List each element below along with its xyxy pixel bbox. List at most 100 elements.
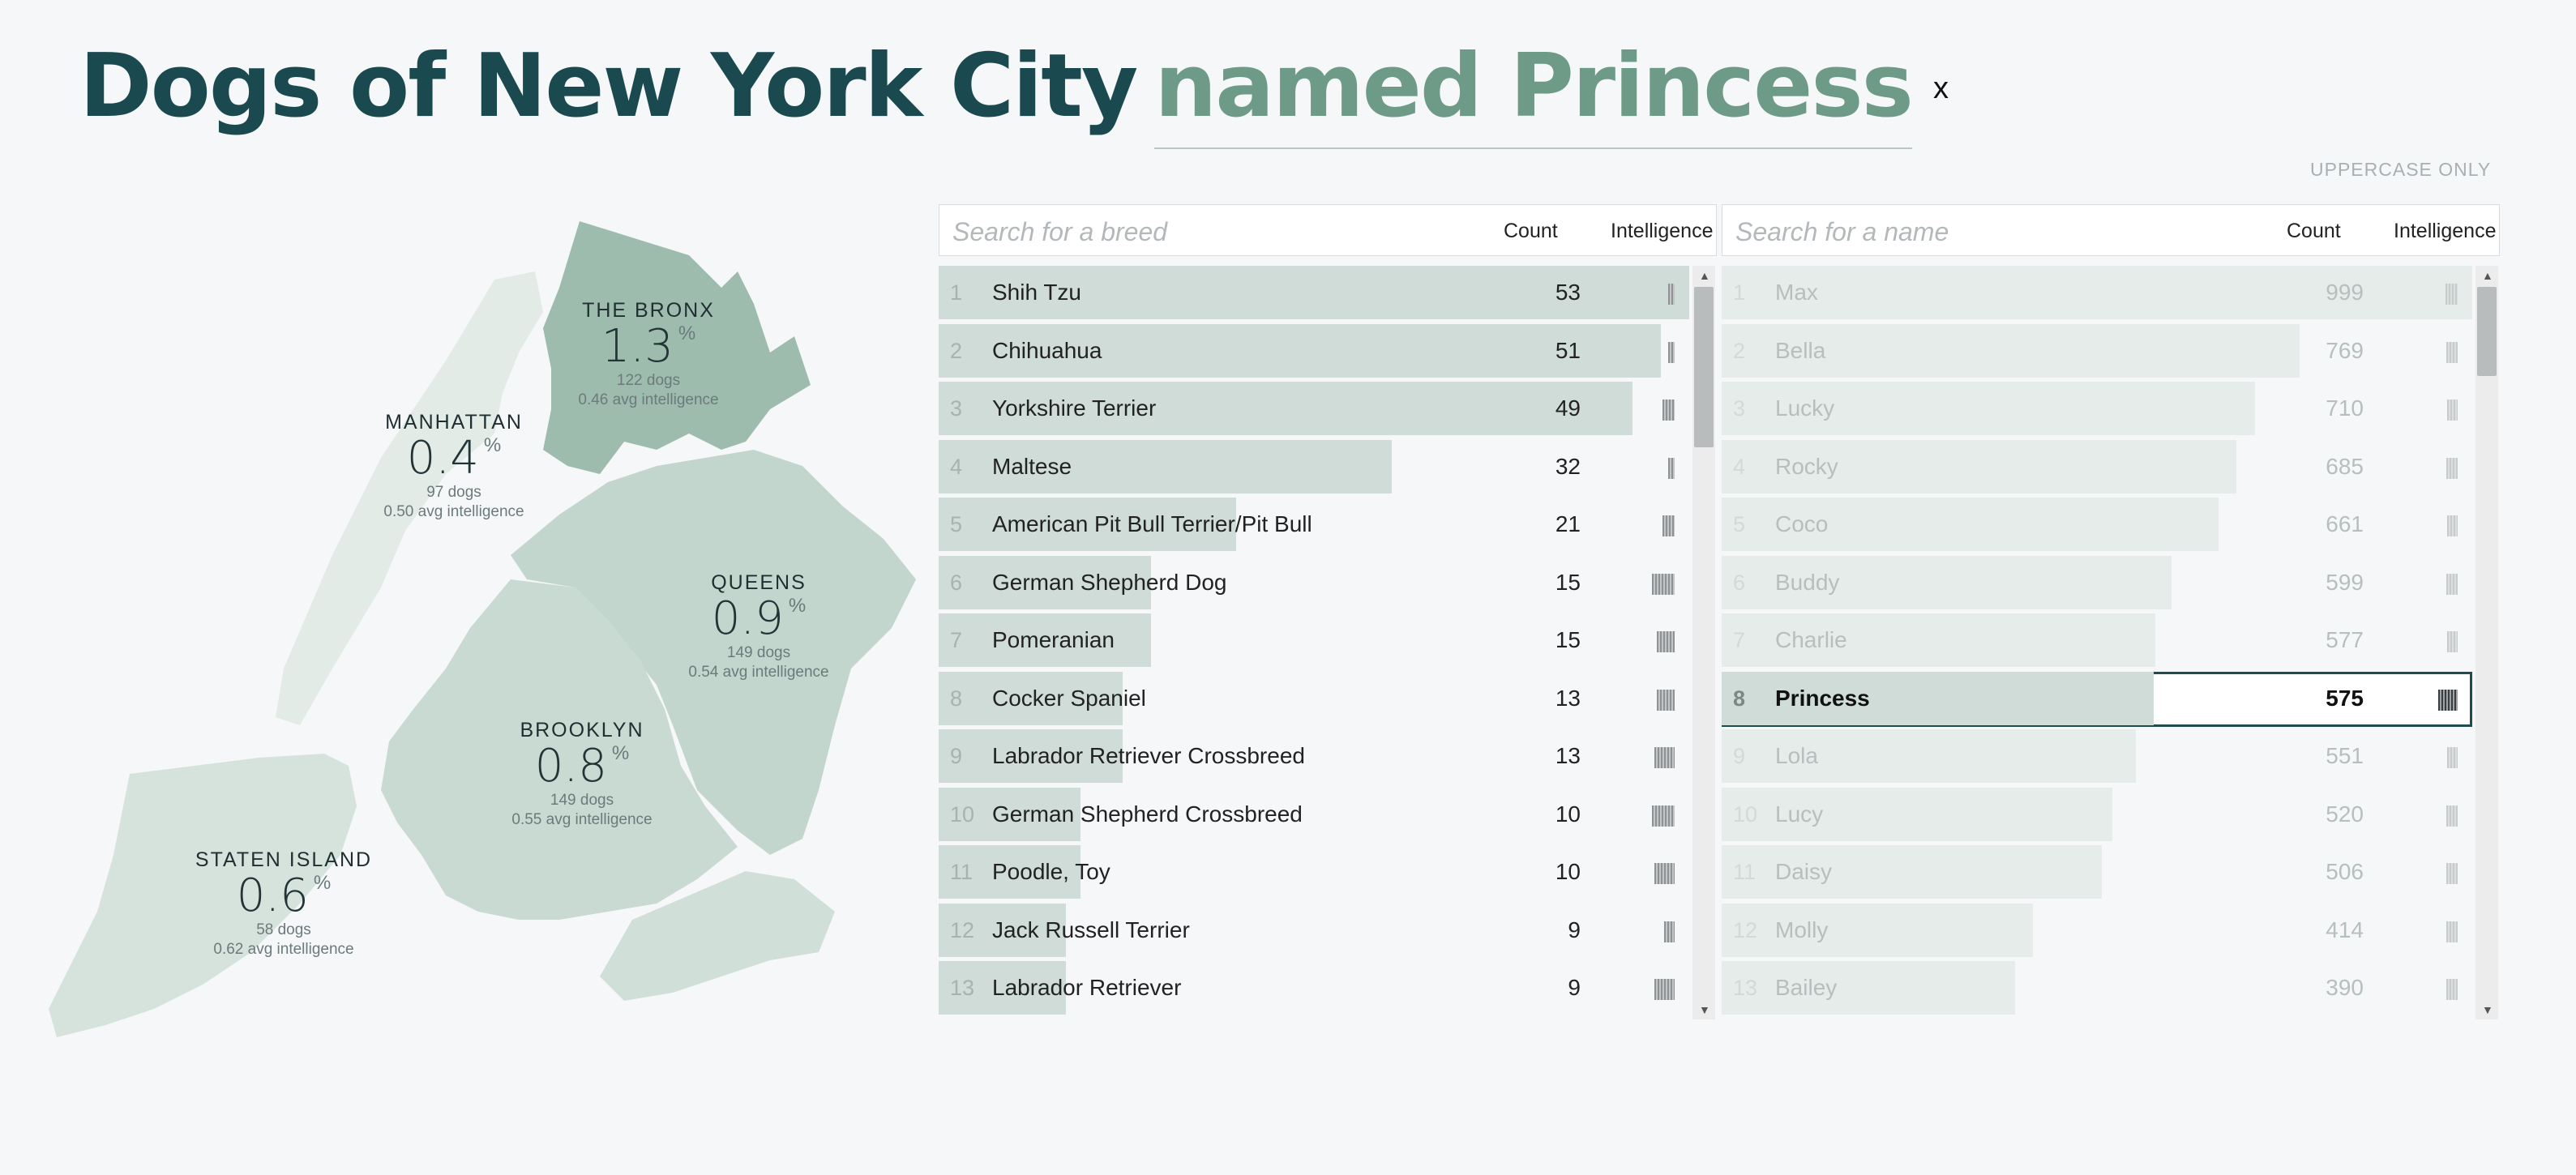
row-rank: 5 bbox=[950, 512, 963, 536]
intelligence-bar bbox=[2446, 921, 2458, 942]
name-table-header: Count Intelligence bbox=[1722, 204, 2500, 256]
breed-row[interactable]: 3 Yorkshire Terrier 49 bbox=[939, 382, 1689, 437]
name-row[interactable]: 1 Max 999 bbox=[1722, 266, 2472, 321]
row-label: Max bbox=[1775, 280, 1818, 305]
row-rank: 12 bbox=[1733, 917, 1758, 942]
name-row[interactable]: 4 Rocky 685 bbox=[1722, 439, 2472, 495]
row-count: 577 bbox=[2326, 627, 2364, 652]
scroll-thumb[interactable] bbox=[1694, 287, 1714, 447]
row-count: 10 bbox=[1555, 859, 1581, 884]
intelligence-bar bbox=[2438, 689, 2458, 711]
breed-row[interactable]: 13 Labrador Retriever 9 bbox=[939, 961, 1689, 1016]
clear-name-button[interactable]: x bbox=[1933, 71, 1949, 106]
name-row[interactable]: 11 Daisy 506 bbox=[1722, 845, 2472, 900]
row-rank: 12 bbox=[950, 917, 975, 942]
intelligence-bar bbox=[2446, 863, 2458, 884]
name-row[interactable]: 12 Molly 414 bbox=[1722, 903, 2472, 959]
row-count: 9 bbox=[1568, 916, 1581, 942]
intelligence-bar bbox=[1662, 515, 1675, 536]
row-count: 32 bbox=[1555, 453, 1581, 479]
row-rank: 10 bbox=[1733, 801, 1758, 827]
count-bar bbox=[1722, 961, 2015, 1015]
scroll-down-icon[interactable]: ▼ bbox=[2482, 1003, 2493, 1016]
row-count: 13 bbox=[1555, 685, 1581, 711]
row-rank: 9 bbox=[950, 744, 963, 768]
pct-sign: % bbox=[788, 595, 807, 617]
intelligence-bar bbox=[2445, 284, 2458, 305]
breed-row[interactable] bbox=[939, 1019, 1689, 1020]
intelligence-bar bbox=[1657, 631, 1675, 652]
name-row[interactable] bbox=[1722, 1019, 2472, 1020]
row-rank: 2 bbox=[950, 338, 963, 363]
row-count: 15 bbox=[1555, 627, 1581, 652]
breed-row[interactable]: 8 Cocker Spaniel 13 bbox=[939, 671, 1689, 727]
breed-intelligence-header[interactable]: Intelligence bbox=[1611, 220, 1713, 243]
intelligence-bar bbox=[1652, 573, 1675, 595]
breed-scrollbar[interactable]: ▲ ▼ bbox=[1692, 266, 1715, 1019]
pct-sign: % bbox=[611, 742, 630, 764]
intelligence-bar bbox=[1664, 921, 1675, 942]
name-row[interactable]: 9 Lola 551 bbox=[1722, 729, 2472, 784]
name-row[interactable]: 3 Lucky 710 bbox=[1722, 382, 2472, 437]
breed-row[interactable]: 12 Jack Russell Terrier 9 bbox=[939, 903, 1689, 959]
name-row[interactable]: 8 Princess 575 bbox=[1722, 671, 2472, 727]
breed-row[interactable]: 2 Chihuahua 51 bbox=[939, 323, 1689, 379]
row-label: Cocker Spaniel bbox=[992, 685, 1146, 711]
scroll-down-icon[interactable]: ▼ bbox=[1699, 1003, 1710, 1016]
name-row[interactable]: 2 Bella 769 bbox=[1722, 323, 2472, 379]
row-label: Bailey bbox=[1775, 975, 1838, 1000]
name-search-input[interactable] bbox=[1734, 215, 2240, 249]
row-label: German Shepherd Dog bbox=[992, 569, 1227, 595]
row-rank: 13 bbox=[950, 976, 975, 1000]
row-label: Lucy bbox=[1775, 801, 1824, 827]
breed-count-header[interactable]: Count bbox=[1504, 220, 1558, 243]
name-scrollbar[interactable]: ▲ ▼ bbox=[2475, 266, 2498, 1019]
row-label: Buddy bbox=[1775, 569, 1840, 595]
breed-row[interactable]: 4 Maltese 32 bbox=[939, 439, 1689, 495]
name-row[interactable]: 5 Coco 661 bbox=[1722, 498, 2472, 553]
scroll-up-icon[interactable]: ▲ bbox=[1699, 269, 1710, 282]
breed-row[interactable]: 6 German Shepherd Dog 15 bbox=[939, 555, 1689, 611]
name-row[interactable]: 6 Buddy 599 bbox=[1722, 555, 2472, 611]
breed-row[interactable]: 10 German Shepherd Crossbreed 10 bbox=[939, 787, 1689, 843]
breed-row[interactable]: 9 Labrador Retriever Crossbreed 13 bbox=[939, 729, 1689, 784]
name-row[interactable]: 7 Charlie 577 bbox=[1722, 613, 2472, 669]
row-label: Molly bbox=[1775, 916, 1829, 942]
row-rank: 7 bbox=[1733, 628, 1746, 652]
count-bar bbox=[939, 1019, 1066, 1020]
row-label: Shih Tzu bbox=[992, 280, 1081, 305]
borough-pct: 0.9 bbox=[711, 592, 784, 645]
borough-intel: 0.55 avg intelligence bbox=[511, 811, 653, 828]
intelligence-bar bbox=[2446, 457, 2458, 479]
name-count-header[interactable]: Count bbox=[2287, 220, 2341, 243]
borough-dogs: 149 dogs bbox=[550, 792, 614, 809]
breed-row[interactable]: 1 Shih Tzu 53 bbox=[939, 266, 1689, 321]
row-count: 769 bbox=[2326, 337, 2364, 363]
name-intelligence-header[interactable]: Intelligence bbox=[2394, 220, 2496, 243]
name-row[interactable]: 10 Lucy 520 bbox=[1722, 787, 2472, 843]
borough-pct: 0.6 bbox=[236, 870, 309, 922]
scroll-thumb[interactable] bbox=[2477, 287, 2497, 376]
borough-dogs: 149 dogs bbox=[726, 644, 791, 661]
row-count: 710 bbox=[2326, 395, 2364, 421]
scroll-up-icon[interactable]: ▲ bbox=[2482, 269, 2493, 282]
row-label: Charlie bbox=[1775, 627, 1847, 652]
borough-intel: 0.50 avg intelligence bbox=[383, 503, 524, 520]
name-input-display[interactable]: named Princess bbox=[1154, 34, 1914, 149]
breed-row[interactable]: 11 Poodle, Toy 10 bbox=[939, 845, 1689, 900]
row-label: Bella bbox=[1775, 337, 1826, 363]
row-label: Poodle, Toy bbox=[992, 859, 1110, 884]
row-rank: 7 bbox=[950, 628, 963, 652]
row-rank: 8 bbox=[950, 686, 963, 711]
row-rank: 6 bbox=[950, 570, 963, 595]
borough-name: QUEENS bbox=[711, 571, 807, 594]
row-rank: 11 bbox=[1733, 860, 1757, 884]
row-count: 551 bbox=[2326, 743, 2364, 768]
breed-row[interactable]: 7 Pomeranian 15 bbox=[939, 613, 1689, 669]
name-row[interactable]: 13 Bailey 390 bbox=[1722, 961, 2472, 1016]
breed-row[interactable]: 5 American Pit Bull Terrier/Pit Bull 21 bbox=[939, 498, 1689, 553]
row-label: Pomeranian bbox=[992, 627, 1115, 652]
breed-table-header: Count Intelligence bbox=[939, 204, 1717, 256]
row-count: 661 bbox=[2326, 511, 2364, 536]
breed-search-input[interactable] bbox=[951, 215, 1457, 249]
